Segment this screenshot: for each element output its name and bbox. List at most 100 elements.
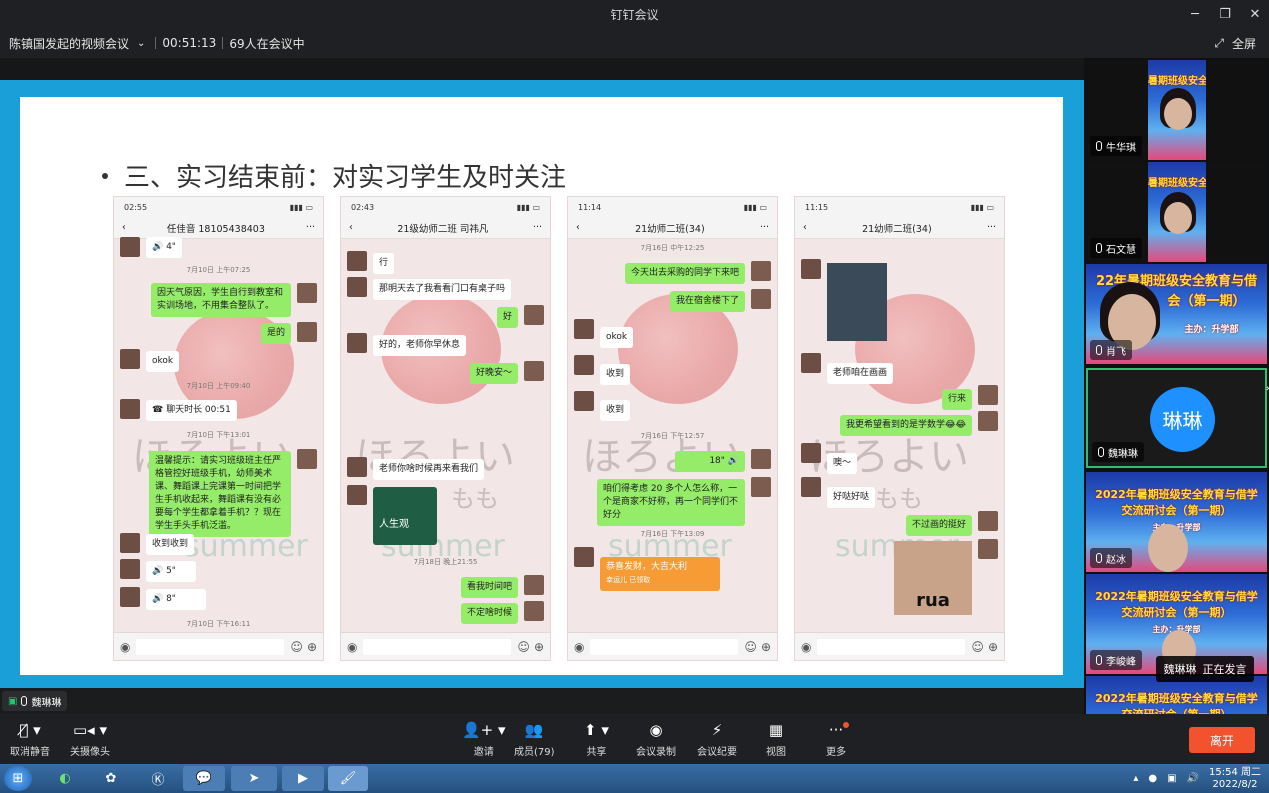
participant-tile[interactable]: 2022年暑期班级安全教育与借学 交流研讨会（第一期） 主办：升学部 赵冰 [1086,472,1267,572]
window-title: 钉钉会议 [610,7,659,22]
video-app-icon[interactable]: ▶ [282,766,324,791]
minutes-button[interactable]: ⚡ 会议纪要 [697,720,737,758]
fullscreen-button[interactable]: ⤢ 全屏 [1214,35,1256,52]
chat-message: okok [146,351,180,372]
chat-message: okok [600,327,634,348]
clock-date: 2022/8/2 [1212,778,1258,790]
avatar [120,559,140,579]
slide-title-text: 三、实习结束前：对实习学生及时关注 [124,163,567,193]
mic-icon [21,696,28,706]
unmute-label: 取消静音 [10,747,50,758]
poster-text: 2022年暑期班级安全教育与借学 [1095,488,1258,501]
restore-icon[interactable]: ❐ [1210,0,1240,28]
participant-avatar: 琳琳 [1150,387,1215,452]
close-icon[interactable]: ✕ [1240,0,1269,28]
chat-timestamp: 7月18日 晚上21:55 [413,558,478,566]
chat-timestamp: 7月10日 上午09:40 [186,382,251,390]
unmute-button[interactable]: 🎙̸ ▾ 取消静音 [10,720,50,758]
invite-button[interactable]: 👤+ ▾ 邀请 [462,720,506,758]
person-face [1164,98,1192,130]
chat-message: 老师你啥时候再来看我们 [373,459,485,480]
chat-timestamp: 7月16日 中午12:25 [640,244,705,252]
more-icon: ··· [759,222,769,233]
participant-tile-active[interactable]: 琳琳 魏琳琳 [1086,368,1267,468]
poster-text: 暑期班级安全教育研讨会（第一 [1148,178,1206,189]
avatar [297,283,317,303]
avatar [574,547,594,567]
leave-button[interactable]: 离开 [1189,727,1255,753]
avatar [978,511,998,531]
chat-message: 咱们得考虑 20 多个人怎么称，一个是商家不好称，再一个同学们不好分 [597,479,745,526]
mic-icon [1096,141,1102,151]
participant-tile[interactable]: 暑期班级安全教育研讨会（第一 牛华琪 [1086,60,1267,160]
shared-screen: 三、实习结束前：对实习学生及时关注 02:55 ▮▮▮ ▭ ‹ 任佳音 181054… [0,58,1084,688]
mic-icon [1096,243,1102,253]
chat-app-icon[interactable]: 💬 [183,766,225,791]
voice-icon: ◉ [347,639,358,654]
momo-decoration: もも [875,485,923,513]
meeting-info-bar: 陈镇国发起的视频会议 ⌄ 00:51:13 69人在会议中 [0,28,1269,58]
start-button[interactable]: ⊞ [4,766,32,791]
fullscreen-label: 全屏 [1231,37,1256,51]
title-bar: 钉钉会议 [0,0,1269,28]
avatar [120,399,140,419]
share-label: 共享 [586,747,607,758]
avatar [751,261,771,281]
mic-off-icon: 🎙̸ ▾ [19,721,41,739]
participant-tile[interactable]: 22年暑期班级安全教育与借 会（第一期） 主办：升学部 肖飞 [1086,264,1267,364]
participant-tile[interactable]: 暑期班级安全教育研讨会（第一 石文慧 [1086,162,1267,262]
windows-taskbar: ⊞ ◐ ✿ Ⓚ 💬 ➤ ▶ 🖌 ▴ ● ▣ 🔊 15:54 周二 2022/8/… [0,764,1269,793]
speaker-name: 魏琳琳 [1163,663,1197,676]
browser-icon[interactable]: ◐ [50,766,80,791]
system-tray: ▴ ● ▣ 🔊 15:54 周二 2022/8/2 [1133,764,1261,793]
emoji-icon: ☺ [517,639,530,654]
more-icon: ··· [986,222,996,233]
view-label: 视图 [766,747,786,758]
participant-name: 牛华琪 [1106,142,1136,154]
dingtalk-icon[interactable]: ➤ [231,766,277,791]
chevron-down-icon[interactable]: ⌄ [137,38,145,49]
tray-expand-icon[interactable]: ▴ [1133,773,1138,784]
network-icon[interactable]: ▣ [1167,773,1176,784]
meeting-name[interactable]: 陈镇国发起的视频会议 [9,35,129,52]
volume-icon[interactable]: 🔊 [1187,773,1199,784]
share-button[interactable]: ⬆ ▾ 共享 [584,720,609,758]
avatar [120,533,140,553]
avatar [347,457,367,477]
chat-message: 因天气原因，学生自行到教室和实训场地，不用集合整队了。 [151,283,291,317]
chat-message: 我更希望看到的是学数学😂😂 [839,415,972,436]
chat-message: ☎ 聊天时长 00:51 [146,400,237,421]
avatar [574,319,594,339]
add-user-icon: 👤+ ▾ [462,721,506,739]
chat-message: 好哒好哒 [827,487,876,508]
participant-name-badge: 李峻峰 [1090,650,1142,670]
camera-button[interactable]: ▭◂ ▾ 关摄像头 [70,720,110,758]
poster-text: 交流研讨会（第一期） [1086,706,1267,714]
k-app-icon[interactable]: Ⓚ [143,766,173,791]
active-speaker-chip[interactable]: ▣ 魏琳琳 [2,691,68,711]
chat-message: 🔊 8" [146,589,206,610]
members-button[interactable]: 👥 成员(79) [514,720,555,758]
poster-text: 交流研讨会（第一期） [1121,606,1232,619]
grid-view-icon: ▦ [768,721,784,739]
back-icon: ‹ [122,222,126,233]
more-icon: ··· [828,721,844,739]
rua-sticker: rua [894,541,972,615]
chat-sticker: 人生观 [373,487,437,545]
chat-message: 收到收到 [146,534,195,555]
red-packet-status: 幸运儿 已领取 [606,576,651,584]
back-icon: ‹ [349,222,353,233]
participant-count: 69人在会议中 [229,36,305,51]
tray-app-icon[interactable]: ● [1148,773,1157,784]
view-button[interactable]: ▦ 视图 [766,720,786,758]
app-icon[interactable]: ✿ [96,766,126,791]
paint-app-icon[interactable]: 🖌 [328,766,368,791]
person-face [1148,524,1188,572]
record-button[interactable]: ◉ 会议录制 [636,720,676,758]
minimize-icon[interactable]: ─ [1180,0,1210,28]
chat-message: 🔊 4" [146,237,182,258]
fullscreen-icon: ⤢ [1214,36,1224,50]
clock[interactable]: 15:54 周二 2022/8/2 [1209,767,1261,791]
back-icon: ‹ [803,222,807,233]
more-icon: ··· [532,222,542,233]
